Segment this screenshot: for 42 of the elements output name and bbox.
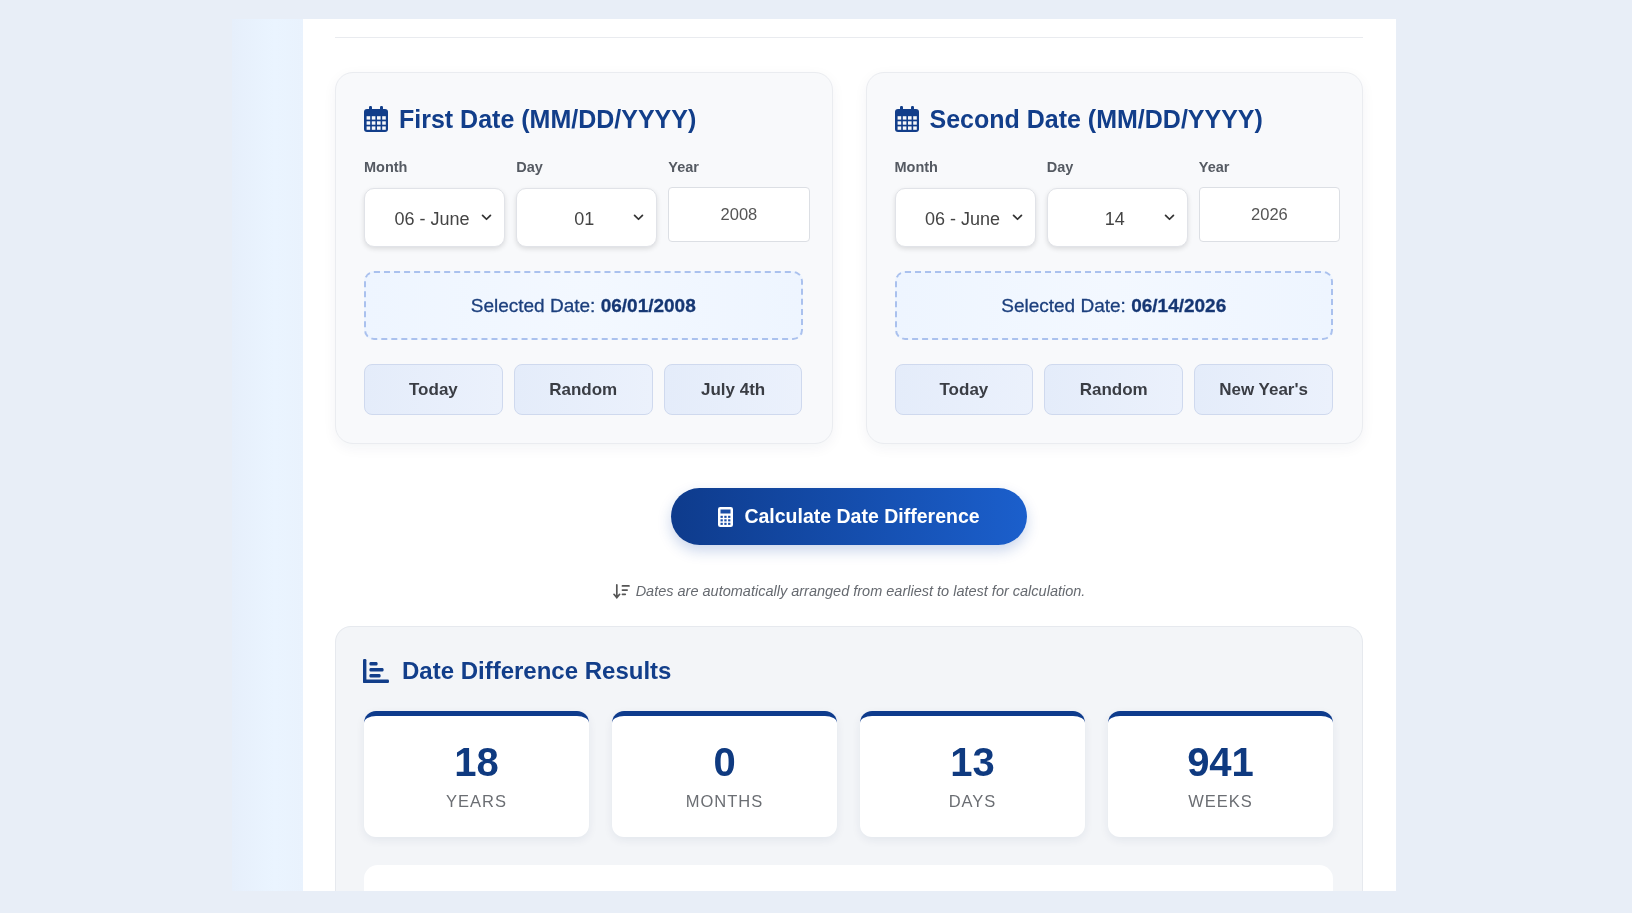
year-input[interactable]: 2026 [1198, 187, 1340, 242]
preset-button[interactable]: New Year's [1194, 364, 1333, 415]
year-input[interactable]: 2008 [668, 187, 810, 242]
stat-label: DAYS [948, 791, 997, 811]
stat-label: WEEKS [1188, 791, 1253, 811]
chevron-down-icon [633, 214, 645, 221]
stat-value: 13 [950, 739, 995, 785]
info-note: Dates are automatically arranged from earliest to latest for calculation. [635, 582, 1086, 601]
stat-label: YEARS [446, 791, 507, 811]
preset-button[interactable]: July 4th [663, 364, 803, 415]
card-title: First Date (MM/DD/YYYY) [399, 104, 697, 135]
dropdown-select[interactable]: 14 [1046, 188, 1188, 247]
bar-chart-icon [363, 659, 389, 683]
stat-label: MONTHS [685, 791, 764, 811]
preset-button[interactable]: Random [1044, 364, 1184, 415]
calendar-icon [894, 106, 919, 132]
field-label: Month [894, 158, 938, 176]
field-label: Year [668, 158, 699, 176]
sort-icon [612, 583, 630, 599]
chevron-down-icon [1163, 214, 1175, 221]
chevron-down-icon [1011, 214, 1023, 221]
calendar-icon [364, 106, 388, 132]
dropdown-select[interactable]: 06 - June [894, 188, 1036, 247]
selected-date-text: Selected Date: 06/14/2026 [1001, 294, 1227, 317]
calculate-button[interactable]: Calculate Date Difference [671, 488, 1027, 545]
preset-button[interactable]: Today [364, 364, 503, 415]
stat-value: 18 [454, 739, 499, 785]
chevron-down-icon [481, 214, 493, 221]
section-title: Date Difference Results [402, 656, 672, 686]
field-label: Day [516, 158, 543, 176]
field-label: Year [1198, 158, 1230, 176]
stat-value: 941 [1187, 739, 1254, 785]
stat-value: 0 [713, 739, 736, 785]
calculator-icon [718, 506, 734, 527]
dropdown-select[interactable]: 06 - June [364, 188, 506, 247]
dropdown-select[interactable]: 01 [516, 188, 658, 247]
selected-date-text: Selected Date: 06/01/2008 [470, 294, 696, 317]
field-label: Month [364, 158, 408, 176]
field-label: Day [1046, 158, 1074, 176]
preset-button[interactable]: Today [894, 364, 1034, 415]
preset-button[interactable]: Random [513, 364, 653, 415]
card-title: Second Date (MM/DD/YYYY) [929, 104, 1263, 135]
